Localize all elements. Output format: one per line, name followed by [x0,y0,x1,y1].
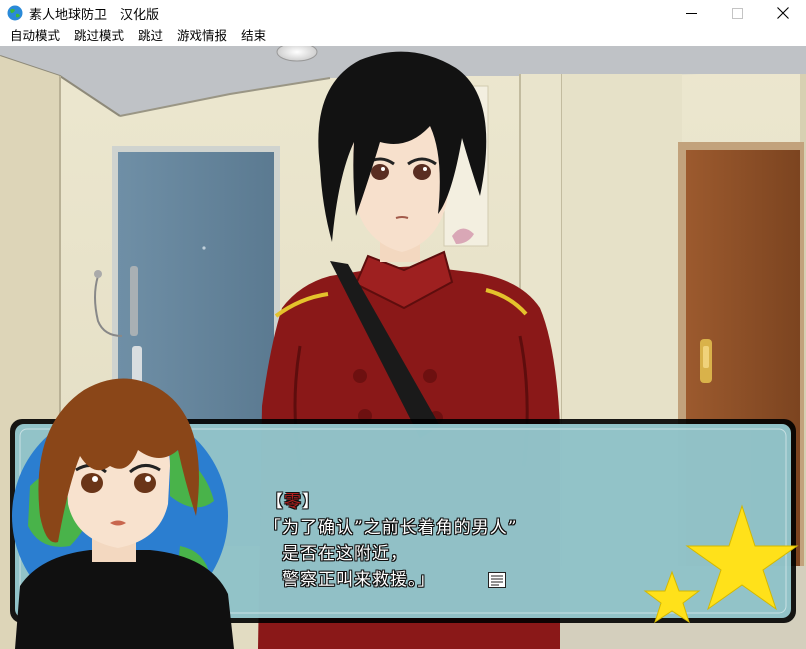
minimize-icon [685,12,697,14]
page-advance-icon[interactable] [488,572,506,588]
maximize-icon [731,7,743,19]
menu-bar: 自动模式 跳过模式 跳过 游戏情报 结束 [0,26,806,46]
menu-exit[interactable]: 结束 [234,26,273,46]
menu-auto-mode[interactable]: 自动模式 [0,26,67,46]
title-bar: 素人地球防卫 汉化版 [0,0,806,26]
game-scene[interactable]: 【零】 「为了确认”之前长着角的男人” 是否在这附近， 警察正叫来救援。」 [0,46,806,649]
minimize-button[interactable] [668,0,714,26]
globe-icon [7,5,23,21]
menu-game-info[interactable]: 游戏情报 [170,26,234,46]
speaker-name-text: 零 [284,492,302,512]
menu-skip[interactable]: 跳过 [131,26,170,46]
dialog-line-2: 是否在这附近， [264,544,408,564]
window-title: 素人地球防卫 汉化版 [29,7,160,23]
close-icon [777,7,789,19]
dialog-line-3: 警察正叫来救援。」 [264,570,436,590]
dialog-line-1: 「为了确认”之前长着角的男人” [264,518,518,538]
speaker-name: 【零】 [266,492,320,512]
close-button[interactable] [760,0,806,26]
menu-skip-mode[interactable]: 跳过模式 [67,26,131,46]
maximize-button[interactable] [714,0,760,26]
